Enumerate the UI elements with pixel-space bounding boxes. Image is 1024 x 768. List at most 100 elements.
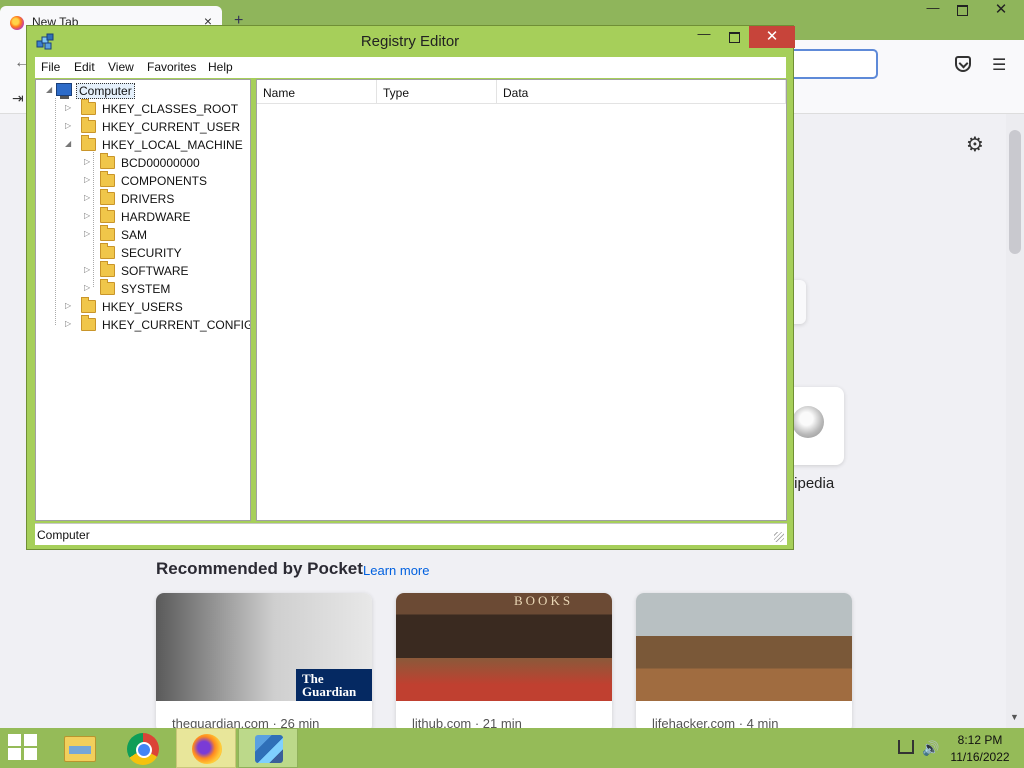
tree-guide	[55, 98, 56, 325]
column-header-data[interactable]: Data	[497, 80, 786, 104]
status-path: Computer	[37, 528, 90, 542]
folder-icon	[100, 153, 115, 169]
menu-bar: File Edit View Favorites Help	[35, 57, 786, 78]
registry-editor-icon	[255, 735, 283, 763]
windows-logo-icon	[24, 748, 37, 760]
folder-icon	[100, 279, 115, 295]
menu-favorites[interactable]: Favorites	[147, 60, 196, 74]
folder-icon	[100, 189, 115, 205]
tree-node-label: HARDWARE	[121, 210, 191, 224]
file-explorer-taskbar-icon[interactable]	[64, 736, 96, 762]
taskbar	[0, 728, 1024, 768]
folder-icon	[81, 117, 96, 133]
chrome-taskbar-icon[interactable]	[127, 733, 159, 765]
collapse-arrow-icon[interactable]: ◢	[65, 139, 73, 148]
tree-node-label: BCD00000000	[121, 156, 200, 170]
menu-help[interactable]: Help	[208, 60, 233, 74]
browser-close-button[interactable]: ✕	[978, 0, 1024, 20]
books-sign: BOOKS	[514, 593, 574, 608]
folder-icon	[81, 297, 96, 313]
computer-icon	[56, 83, 72, 99]
tree-node-label: SOFTWARE	[121, 264, 189, 278]
expand-arrow-icon[interactable]: ▷	[84, 229, 92, 238]
pocket-story-card[interactable]: The Guardian theguardian.com · 26 min	[156, 593, 372, 733]
folder-icon	[100, 225, 115, 241]
folder-icon	[81, 99, 96, 115]
folder-icon	[81, 135, 96, 151]
scrollbar-thumb[interactable]	[1009, 130, 1021, 254]
wikipedia-shortcut-label[interactable]: tipedia	[790, 475, 834, 492]
wikipedia-globe-icon	[792, 406, 824, 438]
expand-arrow-icon[interactable]: ▷	[65, 301, 73, 310]
expand-arrow-icon[interactable]: ▷	[84, 283, 92, 292]
tree-node-label: SECURITY	[121, 246, 182, 260]
windows-logo-icon	[24, 734, 37, 746]
import-bookmarks-icon[interactable]: ⇥	[12, 90, 24, 107]
windows-logo-icon	[8, 734, 21, 746]
values-list-pane[interactable]: Name Type Data	[256, 79, 787, 521]
folder-icon	[100, 261, 115, 277]
tree-guide	[93, 152, 94, 287]
column-header-type[interactable]: Type	[377, 80, 497, 104]
scroll-down-arrow-icon[interactable]: ▼	[1010, 712, 1019, 722]
tree-node-label: Computer	[76, 83, 135, 99]
folder-icon	[81, 315, 96, 331]
folder-icon	[100, 243, 115, 259]
collapse-arrow-icon[interactable]: ◢	[46, 85, 54, 94]
tree-node-label: HKEY_CLASSES_ROOT	[102, 102, 239, 116]
tree-node-label: HKEY_CURRENT_CONFIG	[102, 318, 251, 332]
pocket-story-card[interactable]: lifehacker.com · 4 min	[636, 593, 852, 733]
menu-view[interactable]: View	[108, 60, 134, 74]
expand-arrow-icon[interactable]: ▷	[84, 211, 92, 220]
windows-logo-icon	[8, 748, 21, 760]
tree-node-label: COMPONENTS	[121, 174, 208, 188]
clock-time[interactable]: 8:12 PM	[940, 733, 1020, 747]
learn-more-link[interactable]: Learn more	[363, 563, 429, 578]
registry-editor-taskbar-button[interactable]	[238, 728, 298, 768]
tree-node-label: HKEY_LOCAL_MACHINE	[102, 138, 243, 152]
expand-arrow-icon[interactable]: ▷	[65, 121, 73, 130]
network-icon[interactable]	[898, 740, 914, 754]
volume-icon[interactable]: 🔊	[922, 740, 939, 757]
tree-node-label: HKEY_USERS	[102, 300, 183, 314]
status-bar: Computer	[35, 523, 787, 545]
menu-edit[interactable]: Edit	[74, 60, 95, 74]
minimize-button[interactable]: —	[689, 26, 719, 48]
pocket-section-heading: Recommended by Pocket	[156, 559, 363, 578]
hamburger-menu-icon[interactable]: ☰	[992, 55, 1006, 75]
registry-editor-window: Registry Editor — ✕ File Edit View Favor…	[26, 25, 795, 550]
expand-arrow-icon[interactable]: ▷	[84, 193, 92, 202]
tree-node-label: HKEY_CURRENT_USER	[102, 120, 241, 134]
column-header-name[interactable]: Name	[257, 80, 377, 104]
close-button[interactable]: ✕	[749, 26, 795, 48]
title-bar[interactable]: Registry Editor — ✕	[27, 26, 795, 57]
start-button[interactable]	[8, 734, 38, 762]
gear-icon[interactable]: ⚙	[966, 132, 984, 157]
expand-arrow-icon[interactable]: ▷	[65, 103, 73, 112]
resize-grip-icon[interactable]	[774, 532, 784, 542]
expand-arrow-icon[interactable]: ▷	[65, 319, 73, 328]
firefox-favicon-icon	[10, 16, 24, 30]
guardian-logo: The Guardian	[296, 669, 372, 701]
pocket-story-card[interactable]: BOOKS lithub.com · 21 min	[396, 593, 612, 733]
browser-minimize-button[interactable]: —	[918, 0, 948, 20]
url-bar[interactable]	[780, 49, 878, 79]
tree-node-label: DRIVERS	[121, 192, 175, 206]
clock-date[interactable]: 11/16/2022	[940, 750, 1020, 764]
tree-node-label: SAM	[121, 228, 148, 242]
expand-arrow-icon[interactable]: ▷	[84, 265, 92, 274]
folder-icon	[100, 207, 115, 223]
firefox-icon	[192, 734, 222, 764]
story-thumbnail: BOOKS	[396, 593, 612, 701]
expand-arrow-icon[interactable]: ▷	[84, 157, 92, 166]
key-tree-pane[interactable]: ◢ Computer ▷ HKEY_CLASSES_ROOT ▷ HKEY_CU…	[35, 79, 251, 521]
window-title: Registry Editor	[360, 33, 460, 50]
menu-file[interactable]: File	[41, 60, 60, 74]
story-thumbnail: The Guardian	[156, 593, 372, 701]
expand-arrow-icon[interactable]: ▷	[84, 175, 92, 184]
maximize-button[interactable]	[719, 26, 749, 48]
pocket-icon[interactable]	[955, 56, 971, 72]
firefox-taskbar-button[interactable]	[176, 728, 236, 768]
story-thumbnail	[636, 593, 852, 701]
browser-restore-button[interactable]	[948, 0, 978, 20]
